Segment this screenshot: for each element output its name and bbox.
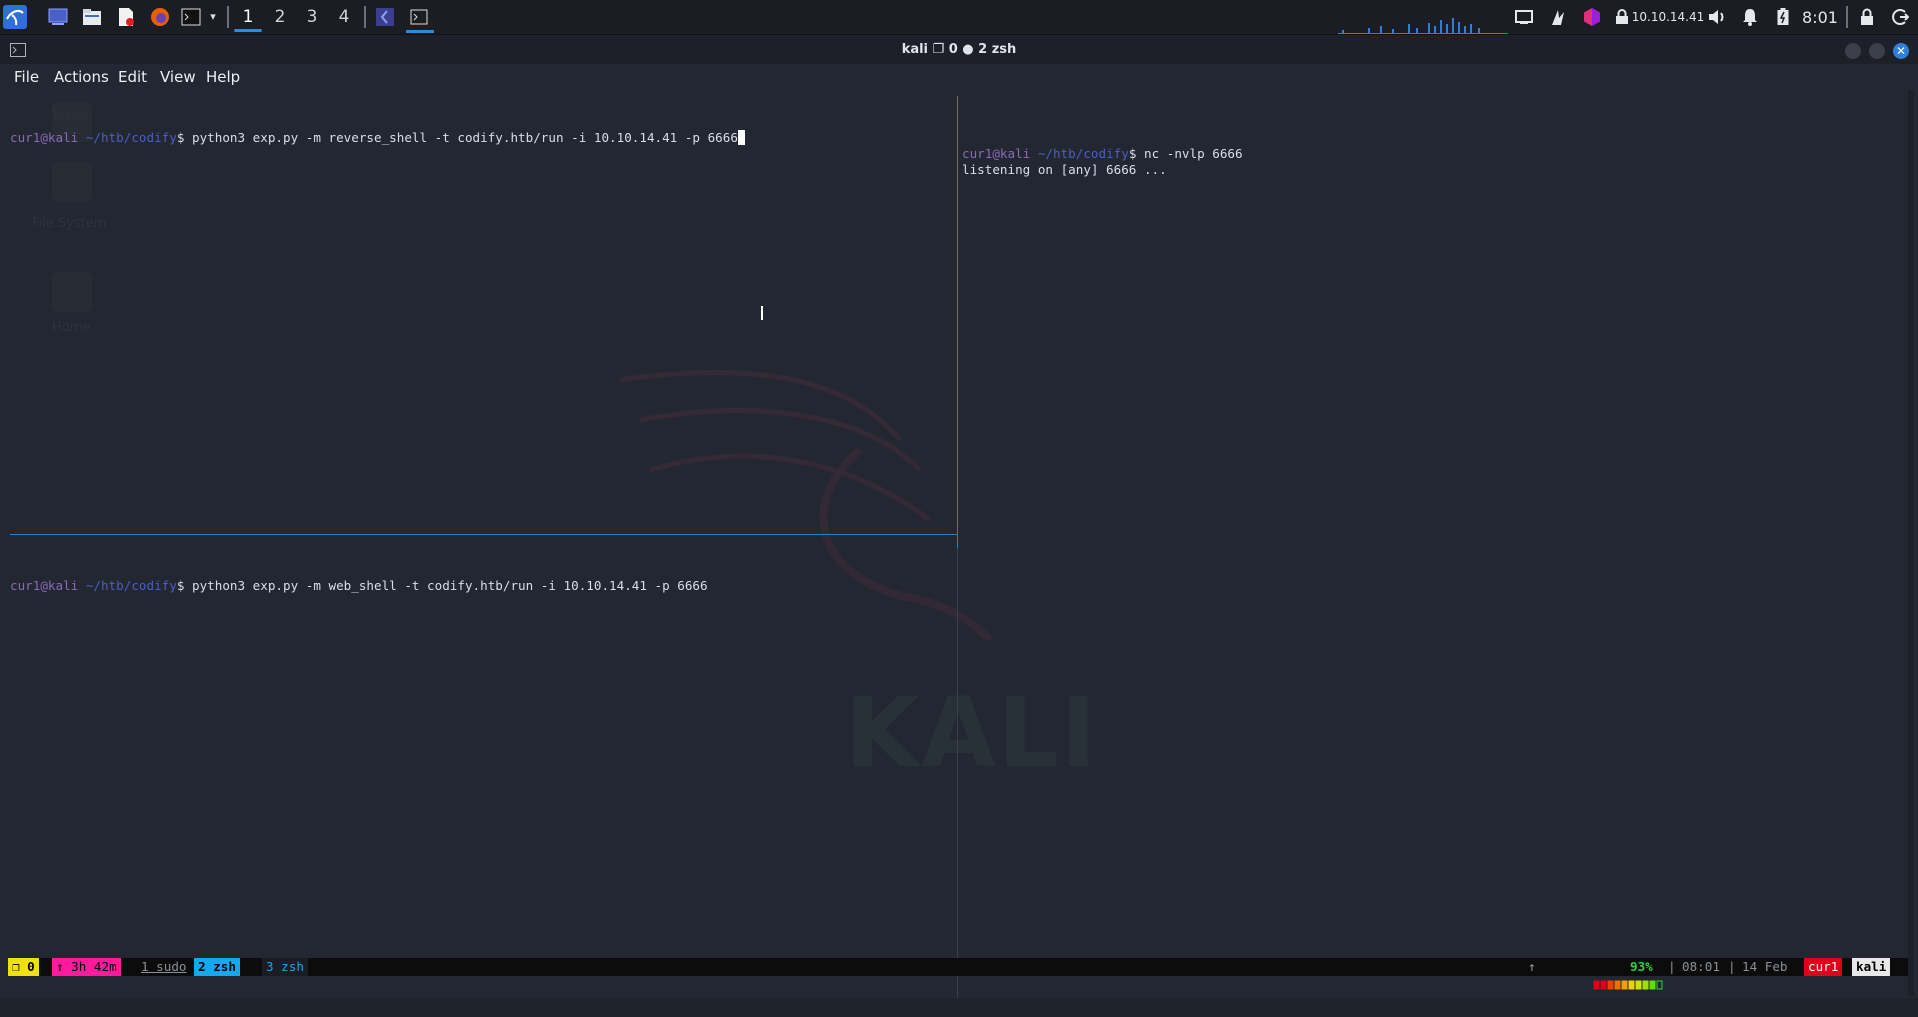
vpn-lock-icon[interactable] <box>1612 4 1632 30</box>
prompt-user: cur1@kali <box>962 146 1031 161</box>
command-text: python3 exp.py -m reverse_shell -t codif… <box>192 130 738 145</box>
filesystem-icon <box>52 162 92 202</box>
window-title: kali ❐ 0 ● 2 zsh <box>901 42 1017 57</box>
clock[interactable]: 8:01 <box>1800 4 1840 30</box>
command-text: python3 exp.py -m web_shell -t codify.ht… <box>192 578 708 593</box>
pane-right-prompt-line: cur1@kali ~/htb/codify$ nc -nvlp 6666 <box>962 146 1243 162</box>
file-manager-icon[interactable] <box>80 3 104 30</box>
window-titlebar[interactable]: kali ❐ 0 ● 2 zsh ✕ <box>0 36 1918 64</box>
menu-view[interactable]: View <box>160 68 196 86</box>
kali-menu-icon[interactable] <box>2 3 28 30</box>
prompt-symbol: $ <box>1128 146 1145 161</box>
network-graph <box>1338 18 1508 34</box>
prompt-path: ~/htb/codify <box>85 130 177 145</box>
battery-segment <box>1649 980 1655 990</box>
text-editor-icon[interactable] <box>114 3 138 30</box>
pane-right-output: listening on [any] 6666 ... <box>962 162 1167 177</box>
prompt-symbol: $ <box>176 130 193 145</box>
prompt-user: cur1@kali <box>10 578 79 593</box>
tmux-battery-arrow: ↑ <box>1528 959 1536 974</box>
battery-segment <box>1614 980 1620 990</box>
workspace-3[interactable]: 3 <box>296 0 328 34</box>
prompt-user: cur1@kali <box>10 130 79 145</box>
firefox-icon[interactable] <box>148 3 172 30</box>
active-task-indicator <box>406 30 434 33</box>
top-panel: ▾ 1 2 3 4 10.10.14.41 8:01 <box>0 0 1918 35</box>
volume-icon[interactable] <box>1704 4 1730 30</box>
panel-separator <box>227 6 229 28</box>
tmux-status-bar: ❐ 0 ↑ 3h 42m 1 sudo 2 zsh 3 zsh ↑ 93% | … <box>8 958 1908 990</box>
command-text: nc -nvlp 6666 <box>1144 146 1243 161</box>
tmux-window-1[interactable]: 1 sudo <box>137 958 191 976</box>
tmux-time: 08:01 <box>1682 959 1720 974</box>
pane-divider-vertical-active[interactable] <box>957 96 958 548</box>
battery-segment <box>1607 980 1613 990</box>
terminal-window: kali ❐ 0 ● 2 zsh ✕ File Actions Edit Vie… <box>0 36 1918 998</box>
mouse-ibeam-cursor <box>761 306 763 320</box>
tmux-session: ❐ 0 <box>8 958 39 976</box>
menu-file[interactable]: File <box>14 68 39 86</box>
pane-bottom-left-prompt-line: cur1@kali ~/htb/codify$ python3 exp.py -… <box>10 578 708 594</box>
panel-separator <box>1846 6 1848 28</box>
workspace-2[interactable]: 2 <box>264 0 296 34</box>
lock-icon[interactable] <box>1856 4 1878 30</box>
terminal-area[interactable]: Trash File System Home KALI cur1@kali ~/… <box>0 90 1918 998</box>
tmux-uptime: ↑ 3h 42m <box>52 958 121 976</box>
tmux-window-3[interactable]: 3 zsh <box>262 958 308 976</box>
logout-icon[interactable] <box>1888 4 1912 30</box>
prompt-symbol: $ <box>176 578 193 593</box>
screen-icon[interactable] <box>1512 4 1536 30</box>
prompt-path: ~/htb/codify <box>1037 146 1129 161</box>
pane-top-left-prompt-line: cur1@kali ~/htb/codify$ python3 exp.py -… <box>10 130 745 146</box>
maximize-button[interactable] <box>1869 43 1885 59</box>
terminal-icon[interactable] <box>180 3 202 30</box>
burp-icon[interactable] <box>1546 4 1570 30</box>
workspace-1[interactable]: 1 <box>232 0 264 34</box>
tmux-window-2-active[interactable]: 2 zsh <box>194 958 240 976</box>
battery-segment <box>1628 980 1634 990</box>
terminal-scrollbar[interactable] <box>1908 90 1914 996</box>
tmux-user: cur1 <box>1804 958 1843 976</box>
prompt-path: ~/htb/codify <box>85 578 177 593</box>
tmux-host: kali <box>1852 958 1891 976</box>
text-cursor <box>737 130 745 145</box>
menu-help[interactable]: Help <box>206 68 240 86</box>
battery-segment <box>1642 980 1648 990</box>
pane-divider-vertical[interactable] <box>957 548 958 998</box>
vpn-ip: 10.10.14.41 <box>1631 10 1705 24</box>
minimize-button[interactable] <box>1845 43 1861 59</box>
desktop-filesystem-label: File System <box>32 216 107 231</box>
workspace-4[interactable]: 4 <box>328 0 360 34</box>
pane-divider-horizontal[interactable] <box>10 534 958 535</box>
menu-actions[interactable]: Actions <box>54 68 109 86</box>
desktop-icon[interactable] <box>46 3 70 30</box>
vscode-icon[interactable] <box>374 3 396 30</box>
desktop-home-label: Home <box>52 320 91 335</box>
battery-segment <box>1600 980 1606 990</box>
battery-segment <box>1621 980 1627 990</box>
tmux-date: 14 Feb <box>1742 959 1788 974</box>
battery-icon[interactable] <box>1772 4 1794 30</box>
chevron-down-icon[interactable]: ▾ <box>206 3 220 30</box>
menu-bar: File Actions Edit View Help <box>0 64 1918 90</box>
menu-edit[interactable]: Edit <box>118 68 147 86</box>
close-button[interactable]: ✕ <box>1893 43 1909 59</box>
app-icon[interactable] <box>1580 4 1604 30</box>
battery-segment <box>1593 980 1599 990</box>
terminal-window-icon[interactable] <box>404 3 434 30</box>
home-icon <box>52 272 92 312</box>
tmux-battery-percent: 93% <box>1630 959 1653 974</box>
panel-separator <box>364 6 366 28</box>
kali-watermark-text: KALI <box>845 677 1099 789</box>
battery-segment <box>1656 980 1662 990</box>
bell-icon[interactable] <box>1738 4 1762 30</box>
desktop-trash-label: Trash <box>52 110 87 125</box>
battery-segment <box>1635 980 1641 990</box>
